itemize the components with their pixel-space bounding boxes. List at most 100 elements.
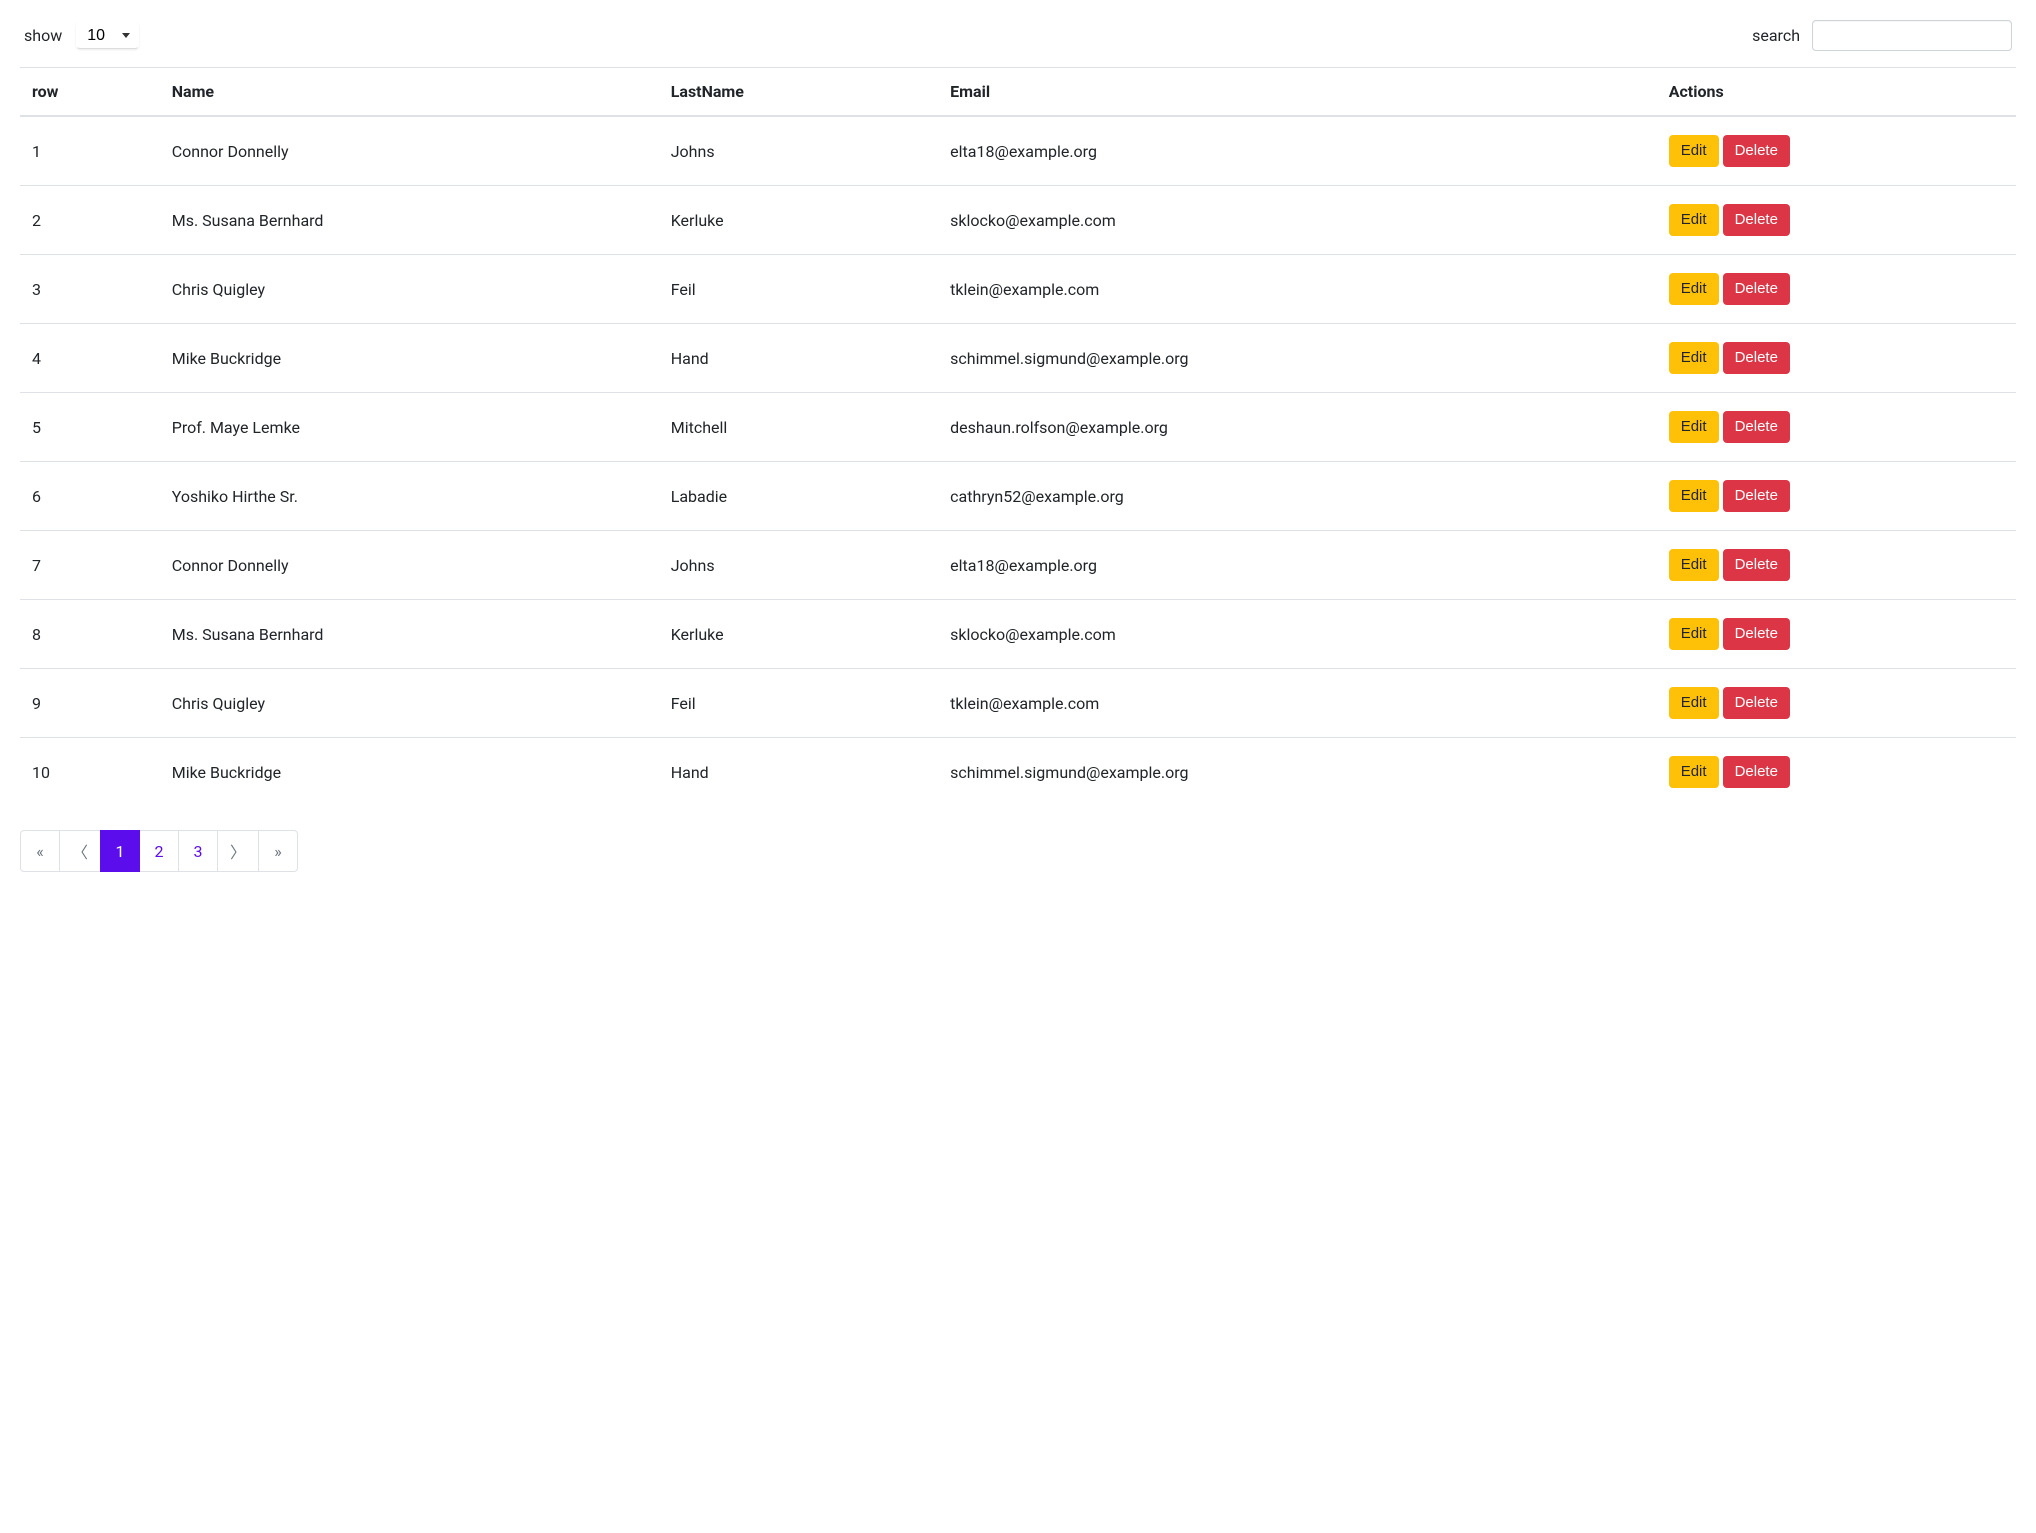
cell-email: tklein@example.com xyxy=(938,255,1657,324)
delete-button[interactable]: Delete xyxy=(1723,618,1790,650)
cell-actions: EditDelete xyxy=(1657,255,2016,324)
edit-button[interactable]: Edit xyxy=(1669,549,1719,581)
show-label: show xyxy=(24,26,62,45)
cell-email: cathryn52@example.org xyxy=(938,462,1657,531)
edit-button[interactable]: Edit xyxy=(1669,411,1719,443)
edit-button[interactable]: Edit xyxy=(1669,204,1719,236)
cell-name: Prof. Maye Lemke xyxy=(160,393,659,462)
cell-email: schimmel.sigmund@example.org xyxy=(938,738,1657,807)
cell-row: 5 xyxy=(20,393,160,462)
pagination-page-2[interactable]: 2 xyxy=(139,830,179,872)
cell-actions: EditDelete xyxy=(1657,462,2016,531)
delete-button[interactable]: Delete xyxy=(1723,756,1790,788)
cell-actions: EditDelete xyxy=(1657,393,2016,462)
page-size-group: show 102550100 xyxy=(24,22,139,49)
pagination-page-3[interactable]: 3 xyxy=(178,830,218,872)
cell-name: Yoshiko Hirthe Sr. xyxy=(160,462,659,531)
cell-name: Connor Donnelly xyxy=(160,116,659,186)
cell-row: 9 xyxy=(20,669,160,738)
cell-actions: EditDelete xyxy=(1657,531,2016,600)
cell-name: Chris Quigley xyxy=(160,255,659,324)
cell-lastname: Labadie xyxy=(659,462,938,531)
cell-email: deshaun.rolfson@example.org xyxy=(938,393,1657,462)
cell-lastname: Mitchell xyxy=(659,393,938,462)
cell-email: elta18@example.org xyxy=(938,116,1657,186)
edit-button[interactable]: Edit xyxy=(1669,135,1719,167)
cell-actions: EditDelete xyxy=(1657,116,2016,186)
cell-lastname: Kerluke xyxy=(659,186,938,255)
table-row: 5Prof. Maye LemkeMitchelldeshaun.rolfson… xyxy=(20,393,2016,462)
cell-lastname: Johns xyxy=(659,116,938,186)
cell-name: Chris Quigley xyxy=(160,669,659,738)
cell-actions: EditDelete xyxy=(1657,324,2016,393)
table-row: 1Connor DonnellyJohnselta18@example.orgE… xyxy=(20,116,2016,186)
pagination-last[interactable]: » xyxy=(258,830,298,872)
cell-row: 10 xyxy=(20,738,160,807)
cell-actions: EditDelete xyxy=(1657,600,2016,669)
delete-button[interactable]: Delete xyxy=(1723,687,1790,719)
cell-row: 3 xyxy=(20,255,160,324)
edit-button[interactable]: Edit xyxy=(1669,480,1719,512)
cell-email: elta18@example.org xyxy=(938,531,1657,600)
header-row[interactable]: row xyxy=(20,68,160,117)
cell-name: Mike Buckridge xyxy=(160,324,659,393)
cell-name: Mike Buckridge xyxy=(160,738,659,807)
header-lastname[interactable]: LastName xyxy=(659,68,938,117)
delete-button[interactable]: Delete xyxy=(1723,480,1790,512)
header-actions: Actions xyxy=(1657,68,2016,117)
cell-actions: EditDelete xyxy=(1657,669,2016,738)
search-input[interactable] xyxy=(1812,20,2012,51)
pagination: «〈123〉» xyxy=(20,830,2016,872)
cell-name: Ms. Susana Bernhard xyxy=(160,600,659,669)
table-controls: show 102550100 search xyxy=(20,20,2016,51)
header-name[interactable]: Name xyxy=(160,68,659,117)
cell-lastname: Kerluke xyxy=(659,600,938,669)
delete-button[interactable]: Delete xyxy=(1723,135,1790,167)
cell-lastname: Feil xyxy=(659,669,938,738)
edit-button[interactable]: Edit xyxy=(1669,342,1719,374)
table-row: 10Mike BuckridgeHandschimmel.sigmund@exa… xyxy=(20,738,2016,807)
cell-email: sklocko@example.com xyxy=(938,186,1657,255)
cell-lastname: Johns xyxy=(659,531,938,600)
cell-name: Connor Donnelly xyxy=(160,531,659,600)
cell-row: 4 xyxy=(20,324,160,393)
cell-lastname: Hand xyxy=(659,738,938,807)
cell-name: Ms. Susana Bernhard xyxy=(160,186,659,255)
cell-email: schimmel.sigmund@example.org xyxy=(938,324,1657,393)
delete-button[interactable]: Delete xyxy=(1723,342,1790,374)
cell-actions: EditDelete xyxy=(1657,186,2016,255)
table-row: 2Ms. Susana BernhardKerlukesklocko@examp… xyxy=(20,186,2016,255)
pagination-prev[interactable]: 〈 xyxy=(59,830,101,872)
page-size-select[interactable]: 102550100 xyxy=(76,22,139,49)
pagination-page-1[interactable]: 1 xyxy=(100,830,140,872)
search-group: search xyxy=(1752,20,2012,51)
cell-row: 2 xyxy=(20,186,160,255)
table-row: 8Ms. Susana BernhardKerlukesklocko@examp… xyxy=(20,600,2016,669)
table-row: 6Yoshiko Hirthe Sr.Labadiecathryn52@exam… xyxy=(20,462,2016,531)
edit-button[interactable]: Edit xyxy=(1669,756,1719,788)
table-row: 3Chris QuigleyFeiltklein@example.comEdit… xyxy=(20,255,2016,324)
table-header-row: row Name LastName Email Actions xyxy=(20,68,2016,117)
delete-button[interactable]: Delete xyxy=(1723,204,1790,236)
cell-row: 6 xyxy=(20,462,160,531)
table-row: 7Connor DonnellyJohnselta18@example.orgE… xyxy=(20,531,2016,600)
table-row: 4Mike BuckridgeHandschimmel.sigmund@exam… xyxy=(20,324,2016,393)
pagination-next[interactable]: 〉 xyxy=(217,830,259,872)
cell-email: tklein@example.com xyxy=(938,669,1657,738)
cell-row: 1 xyxy=(20,116,160,186)
header-email[interactable]: Email xyxy=(938,68,1657,117)
delete-button[interactable]: Delete xyxy=(1723,549,1790,581)
delete-button[interactable]: Delete xyxy=(1723,411,1790,443)
pagination-first[interactable]: « xyxy=(20,830,60,872)
cell-actions: EditDelete xyxy=(1657,738,2016,807)
cell-lastname: Feil xyxy=(659,255,938,324)
edit-button[interactable]: Edit xyxy=(1669,618,1719,650)
search-label: search xyxy=(1752,26,1800,45)
delete-button[interactable]: Delete xyxy=(1723,273,1790,305)
cell-email: sklocko@example.com xyxy=(938,600,1657,669)
table-row: 9Chris QuigleyFeiltklein@example.comEdit… xyxy=(20,669,2016,738)
edit-button[interactable]: Edit xyxy=(1669,273,1719,305)
edit-button[interactable]: Edit xyxy=(1669,687,1719,719)
cell-row: 8 xyxy=(20,600,160,669)
cell-row: 7 xyxy=(20,531,160,600)
